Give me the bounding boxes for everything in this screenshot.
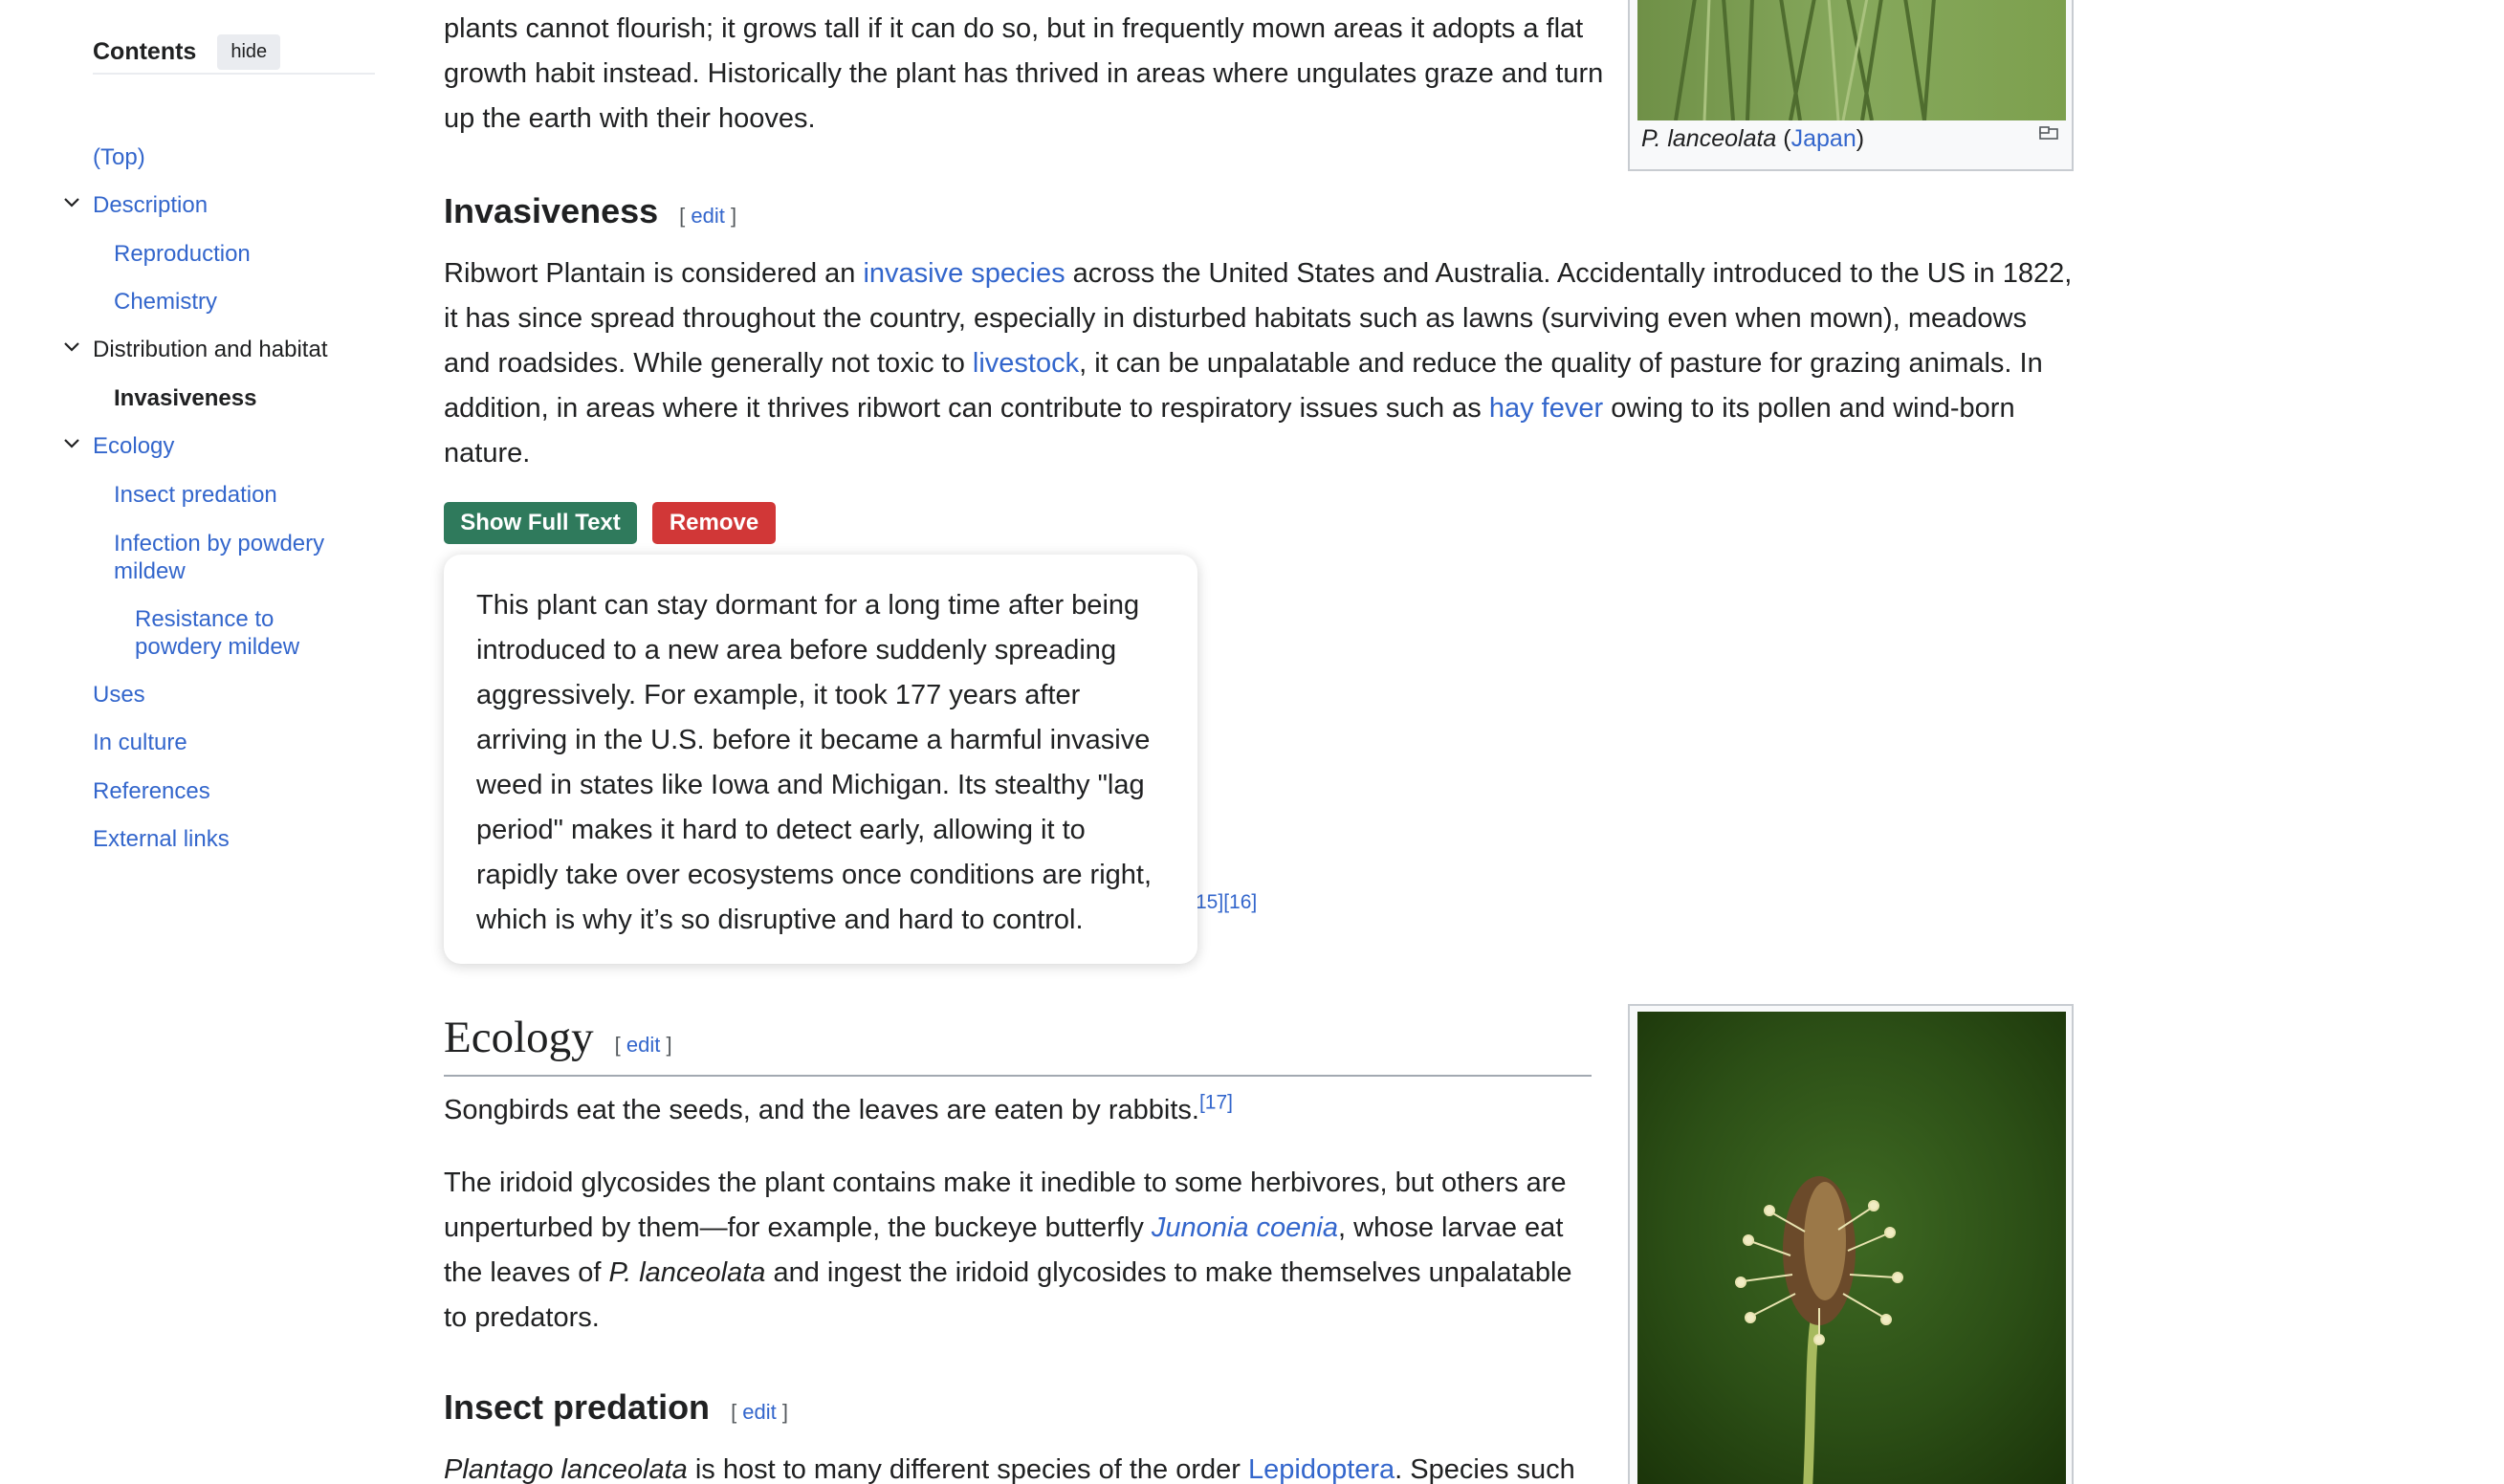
insect-predation-paragraph: Plantago lanceolata is host to many diff… [444, 1448, 1611, 1484]
toc-item-top[interactable]: (Top) [93, 143, 145, 171]
toc-item-ecology[interactable]: Ecology [64, 432, 175, 460]
toc-item-label: Description [93, 192, 209, 218]
flower-photo[interactable] [1637, 1012, 2066, 1484]
edit-section-link[interactable]: [ edit ] [615, 1033, 672, 1057]
caption-text: ) [1856, 125, 1865, 152]
junonia-coenia-link[interactable]: Junonia coenia [1152, 1212, 1338, 1243]
plant-photo[interactable] [1637, 0, 2066, 120]
invasiveness-paragraph: Ribwort Plantain is considered an invasi… [444, 251, 2079, 476]
toc-item-uses[interactable]: Uses [93, 681, 145, 709]
caption-species: P. lanceolata [1641, 125, 1777, 152]
invasive-species-link[interactable]: invasive species [863, 258, 1065, 289]
toc-item-reproduction[interactable]: Reproduction [114, 240, 251, 268]
toc-item-resistance[interactable]: Resistance to powdery mildew [135, 605, 345, 661]
show-full-text-button[interactable]: Show Full Text [444, 502, 637, 544]
description-paragraph: plants cannot flourish; it grows tall if… [444, 13, 1604, 134]
toc-item-references[interactable]: References [93, 777, 210, 805]
toc-item-distribution[interactable]: Distribution and habitat [64, 336, 328, 363]
ecology-paragraph-1: Songbirds eat the seeds, and the leaves … [444, 1088, 1611, 1133]
edit-section-link[interactable]: [ edit ] [731, 1400, 788, 1424]
chevron-down-icon[interactable] [62, 338, 81, 357]
remove-button[interactable]: Remove [652, 502, 776, 544]
caption-text: ( [1776, 125, 1791, 152]
heading-text: Ecology [444, 1013, 594, 1062]
toc-item-description[interactable]: Description [64, 191, 209, 219]
edit-section-link[interactable]: [ edit ] [679, 204, 736, 228]
toc-item-powdery-mildew[interactable]: Infection by powdery mildew [114, 530, 362, 585]
toc-item-invasiveness[interactable]: Invasiveness [114, 384, 256, 412]
toc-item-in-culture[interactable]: In culture [93, 729, 187, 756]
citation-refs[interactable]: 15][16] [1196, 891, 1257, 914]
summary-card: This plant can stay dormant for a long t… [444, 555, 1197, 964]
invasiveness-heading: Invasiveness [ edit ] [444, 191, 736, 231]
hay-fever-link[interactable]: hay fever [1489, 393, 1603, 424]
species-name: P. lanceolata [608, 1257, 766, 1288]
edit-link-text[interactable]: edit [691, 204, 724, 228]
figure-japan: P. lanceolata (Japan) [1628, 0, 2074, 171]
ecology-paragraph-2: The iridoid glycosides the plant contain… [444, 1161, 1592, 1341]
text-run: Ribwort Plantain is considered an [444, 258, 864, 289]
toc-item-label: Ecology [93, 433, 175, 459]
figure-caption: P. lanceolata (Japan) [1641, 125, 1864, 153]
toc-hide-button[interactable]: hide [217, 33, 281, 70]
chevron-down-icon[interactable] [62, 193, 81, 212]
heading-text: Invasiveness [444, 191, 659, 230]
table-of-contents: Contents hide (Top) Description Reproduc… [64, 33, 375, 852]
section-divider [444, 1075, 1592, 1077]
text-run: Songbirds eat the seeds, and the leaves … [444, 1095, 1199, 1125]
toc-item-label: Distribution and habitat [93, 337, 328, 362]
ecology-heading: Ecology [ edit ] [444, 1012, 672, 1063]
lepidoptera-link[interactable]: Lepidoptera [1248, 1454, 1395, 1484]
species-name: Plantago lanceolata [444, 1454, 688, 1484]
toc-item-external-links[interactable]: External links [93, 825, 230, 853]
heading-text: Insect predation [444, 1387, 711, 1427]
toc-header: Contents hide [93, 33, 375, 75]
livestock-link[interactable]: livestock [973, 348, 1079, 379]
insect-predation-heading: Insect predation [ edit ] [444, 1387, 788, 1428]
toc-item-chemistry[interactable]: Chemistry [114, 288, 217, 316]
citation-17[interactable]: [17] [1199, 1091, 1233, 1113]
figure-flower [1628, 1004, 2074, 1484]
edit-link-text[interactable]: edit [742, 1400, 776, 1424]
enlarge-icon[interactable] [2039, 126, 2058, 140]
toc-title: Contents [93, 37, 197, 65]
chevron-down-icon[interactable] [62, 434, 81, 453]
edit-link-text[interactable]: edit [626, 1033, 660, 1057]
japan-link[interactable]: Japan [1791, 125, 1856, 152]
text-run: is host to many different species of the… [687, 1454, 1248, 1484]
toc-item-insect-predation[interactable]: Insect predation [114, 481, 277, 509]
text-run: . Species such [1395, 1454, 1575, 1484]
